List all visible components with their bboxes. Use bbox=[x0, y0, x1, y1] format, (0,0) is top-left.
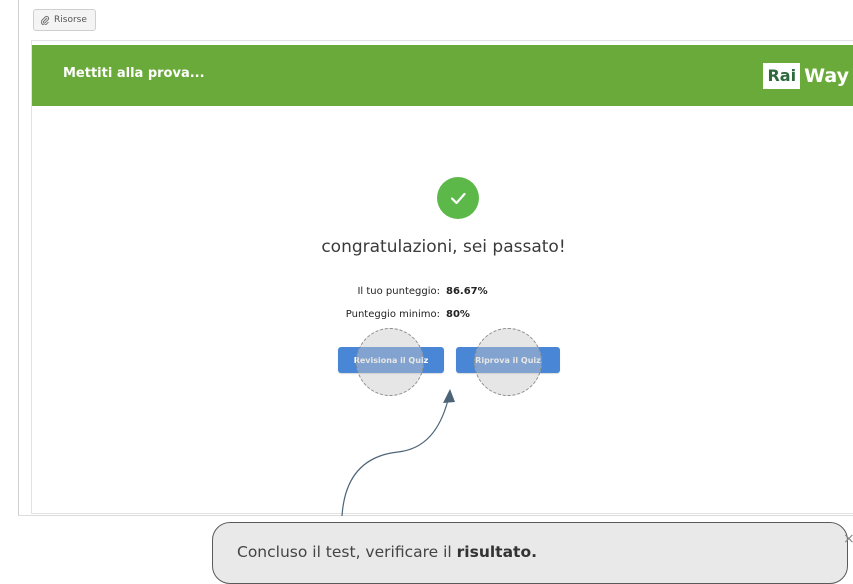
min-score-row: Punteggio minimo: 80% bbox=[332, 309, 470, 320]
content-frame: Risorse Mettiti alla prova... Rai Way co… bbox=[18, 0, 853, 561]
tooltip-text: Concluso il test, verificare il risultat… bbox=[237, 543, 537, 561]
logo-way: Way bbox=[804, 65, 849, 87]
result-heading: congratulazioni, sei passato! bbox=[321, 237, 566, 257]
resources-label: Risorse bbox=[54, 15, 87, 25]
quiz-card: Mettiti alla prova... Rai Way congratula… bbox=[31, 40, 853, 514]
paperclip-icon bbox=[40, 15, 50, 25]
tooltip-text-prefix: Concluso il test, verificare il bbox=[237, 543, 457, 561]
score-label: Il tuo punteggio: bbox=[357, 286, 440, 297]
score-value: 86.67% bbox=[446, 286, 488, 297]
raiway-logo: Rai Way bbox=[763, 60, 849, 92]
retry-quiz-button[interactable]: Riprova il Quiz bbox=[456, 347, 560, 373]
score-row: Il tuo punteggio: 86.67% bbox=[332, 286, 488, 297]
quiz-banner: Mettiti alla prova... Rai Way bbox=[32, 45, 853, 106]
min-score-label: Punteggio minimo: bbox=[345, 309, 440, 320]
toolbar: Risorse bbox=[19, 0, 853, 38]
logo-rai: Rai bbox=[763, 63, 801, 89]
review-quiz-button[interactable]: Revisiona il Quiz bbox=[338, 347, 444, 373]
min-score-value: 80% bbox=[446, 309, 470, 320]
tooltip-callout: Concluso il test, verificare il risultat… bbox=[212, 522, 848, 584]
banner-title: Mettiti alla prova... bbox=[63, 66, 205, 81]
tooltip-text-bold: risultato. bbox=[456, 543, 537, 561]
checkmark-icon bbox=[437, 177, 479, 219]
close-icon[interactable]: × bbox=[843, 531, 853, 547]
resources-button[interactable]: Risorse bbox=[33, 9, 96, 31]
